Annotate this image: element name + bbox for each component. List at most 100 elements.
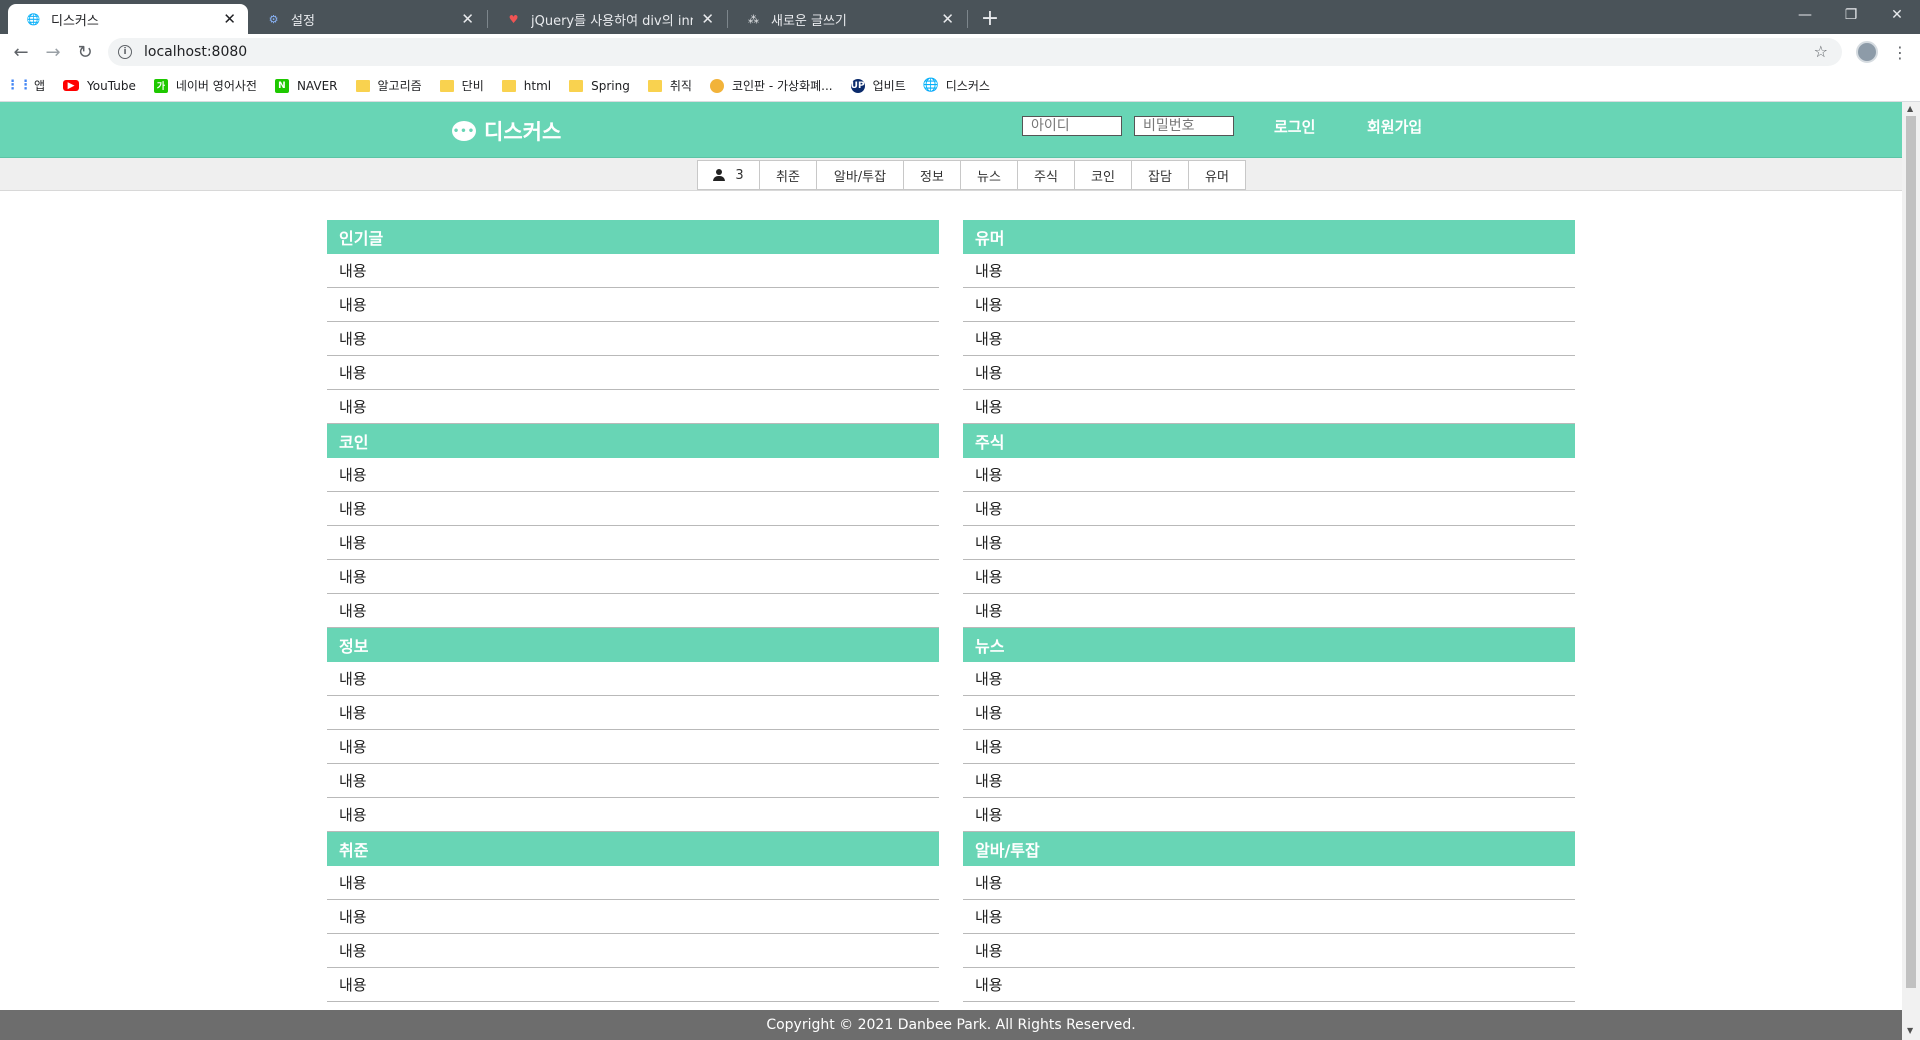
board-title[interactable]: 뉴스 [963, 628, 1575, 662]
bookmark-naver[interactable]: N NAVER [274, 78, 338, 93]
bookmark-youtube[interactable]: ▶ YouTube [63, 79, 136, 93]
list-item[interactable]: 내용 [327, 594, 939, 628]
gear-icon: ⚙ [268, 12, 279, 26]
bookmark-naver-dict[interactable]: 가 네이버 영어사전 [153, 77, 257, 94]
minimize-icon[interactable]: — [1782, 0, 1828, 30]
list-item[interactable]: 내용 [327, 662, 939, 696]
list-item[interactable]: 내용 [327, 526, 939, 560]
tab-jquery[interactable]: ♥ jQuery를 사용하여 div의 innerH ✕ [488, 4, 726, 34]
list-item[interactable]: 내용 [327, 288, 939, 322]
list-item[interactable]: 내용 [963, 390, 1575, 424]
nav-item-news[interactable]: 뉴스 [961, 160, 1018, 190]
tab-discuss[interactable]: 🌐 디스커스 ✕ [8, 4, 248, 34]
list-item[interactable]: 내용 [327, 458, 939, 492]
list-item[interactable]: 내용 [327, 254, 939, 288]
list-item[interactable]: 내용 [963, 900, 1575, 934]
list-item[interactable]: 내용 [327, 934, 939, 968]
list-item[interactable]: 내용 [327, 696, 939, 730]
nav-item-chat[interactable]: 잡담 [1132, 160, 1189, 190]
board-title[interactable]: 인기글 [327, 220, 939, 254]
list-item[interactable]: 내용 [327, 764, 939, 798]
nav-item-jobprep[interactable]: 취준 [760, 160, 817, 190]
bookmark-coinpan[interactable]: 코인판 - 가상화폐... [709, 77, 833, 94]
page-scrollbar[interactable]: ▲ ▼ [1902, 102, 1920, 1040]
nav-item-humor[interactable]: 유머 [1189, 160, 1246, 190]
forward-icon[interactable]: → [40, 39, 66, 65]
list-item[interactable]: 내용 [963, 730, 1575, 764]
coinpan-icon [709, 78, 724, 93]
list-item[interactable]: 내용 [327, 968, 939, 1002]
board-title[interactable]: 정보 [327, 628, 939, 662]
address-bar[interactable]: i localhost:8080 ☆ [108, 38, 1842, 66]
back-icon[interactable]: ← [8, 39, 34, 65]
list-item[interactable]: 내용 [327, 900, 939, 934]
scrollbar-thumb[interactable] [1906, 116, 1916, 988]
folder-icon [569, 79, 584, 92]
list-item[interactable]: 내용 [963, 560, 1575, 594]
tab-settings[interactable]: ⚙ 설정 ✕ [248, 4, 486, 34]
list-item[interactable]: 내용 [327, 322, 939, 356]
list-item[interactable]: 내용 [963, 288, 1575, 322]
list-item[interactable]: 내용 [963, 968, 1575, 1002]
new-tab-button[interactable]: + [976, 4, 1004, 32]
menu-icon[interactable]: ⋮ [1892, 40, 1908, 64]
list-item[interactable]: 내용 [963, 798, 1575, 832]
bookmark-danbi[interactable]: 단비 [439, 77, 484, 94]
star-icon[interactable]: ☆ [1814, 42, 1828, 61]
scroll-up-icon[interactable]: ▲ [1907, 104, 1913, 113]
info-icon[interactable]: i [118, 45, 132, 59]
bookmark-upbit[interactable]: UP 업비트 [850, 77, 906, 94]
list-item[interactable]: 내용 [963, 322, 1575, 356]
bookmark-label: NAVER [296, 78, 338, 93]
list-item[interactable]: 내용 [963, 356, 1575, 390]
bookmark-discuss[interactable]: 🌐 디스커스 [923, 77, 990, 94]
bookmark-algorithm[interactable]: 알고리즘 [355, 77, 422, 94]
list-item[interactable]: 내용 [327, 560, 939, 594]
reload-icon[interactable]: ↻ [72, 39, 98, 65]
close-icon[interactable]: ✕ [223, 10, 236, 28]
list-item[interactable]: 내용 [963, 526, 1575, 560]
password-input[interactable] [1134, 116, 1234, 136]
list-item[interactable]: 내용 [963, 662, 1575, 696]
list-item[interactable]: 내용 [963, 696, 1575, 730]
site-logo[interactable]: ••• 디스커스 [452, 116, 561, 146]
nav-item-info[interactable]: 정보 [904, 160, 961, 190]
bookmark-html[interactable]: html [501, 79, 551, 93]
list-item[interactable]: 내용 [963, 764, 1575, 798]
profile-avatar[interactable] [1856, 41, 1878, 63]
list-item[interactable]: 내용 [963, 492, 1575, 526]
bookmark-spring[interactable]: Spring [569, 79, 630, 93]
bookmark-apps[interactable]: ⋮⋮ 앱 [6, 77, 46, 94]
tab-new-post[interactable]: ⁂ 새로운 글쓰기 ✕ [728, 4, 966, 34]
close-icon[interactable]: ✕ [461, 10, 474, 28]
list-item[interactable]: 내용 [327, 390, 939, 424]
list-item[interactable]: 내용 [327, 730, 939, 764]
list-item[interactable]: 내용 [327, 798, 939, 832]
window-close-icon[interactable]: ✕ [1874, 0, 1920, 30]
id-input[interactable] [1022, 116, 1122, 136]
list-item[interactable]: 내용 [327, 866, 939, 900]
bookmark-job[interactable]: 취직 [647, 77, 692, 94]
board-title[interactable]: 유머 [963, 220, 1575, 254]
board-title[interactable]: 코인 [327, 424, 939, 458]
bookmark-label: 앱 [34, 79, 46, 93]
nav-item-stocks[interactable]: 주식 [1018, 160, 1075, 190]
restore-icon[interactable]: ❐ [1828, 0, 1874, 30]
board-title[interactable]: 취준 [327, 832, 939, 866]
nav-item-coin[interactable]: 코인 [1075, 160, 1132, 190]
close-icon[interactable]: ✕ [941, 10, 954, 28]
board-title[interactable]: 주식 [963, 424, 1575, 458]
list-item[interactable]: 내용 [327, 492, 939, 526]
login-link[interactable]: 로그인 [1274, 116, 1315, 137]
list-item[interactable]: 내용 [963, 594, 1575, 628]
list-item[interactable]: 내용 [963, 934, 1575, 968]
list-item[interactable]: 내용 [963, 458, 1575, 492]
board-title[interactable]: 알바/투잡 [963, 832, 1575, 866]
list-item[interactable]: 내용 [963, 254, 1575, 288]
signup-link[interactable]: 회원가입 [1367, 116, 1422, 137]
close-icon[interactable]: ✕ [701, 10, 714, 28]
scroll-down-icon[interactable]: ▼ [1907, 1026, 1913, 1035]
nav-item-parttime[interactable]: 알바/투잡 [817, 160, 904, 190]
list-item[interactable]: 내용 [327, 356, 939, 390]
list-item[interactable]: 내용 [963, 866, 1575, 900]
